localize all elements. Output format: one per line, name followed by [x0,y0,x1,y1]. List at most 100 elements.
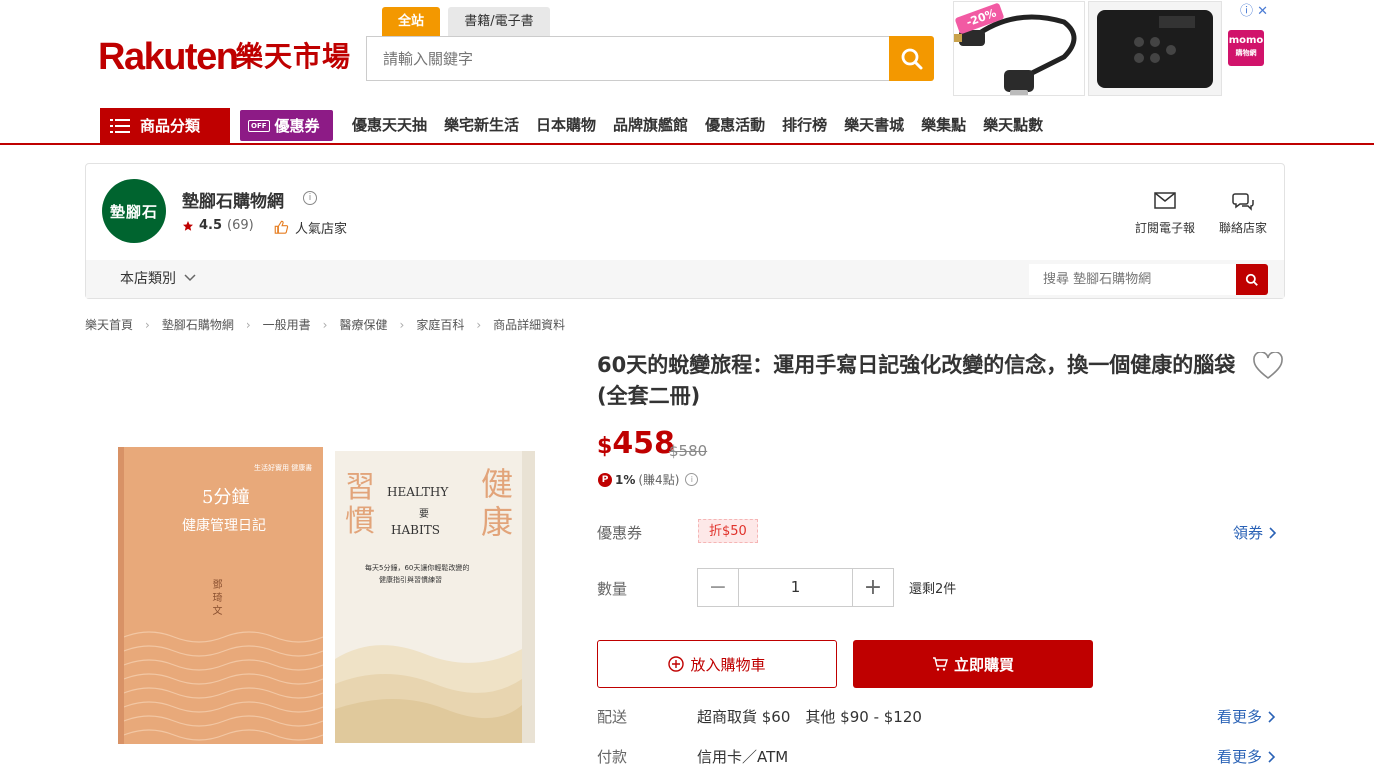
price-value: 458 [612,426,675,461]
nav-link[interactable]: 樂天點數 [983,114,1043,135]
search-input[interactable] [366,36,890,81]
store-logo[interactable]: 墊腳石 [102,179,166,243]
product-image-book-1[interactable]: 生活好實用 健康書 5分鐘 健康管理日記 鄧 琦 文 [118,447,323,744]
product-image-book-2[interactable]: 習 慣 健 康 HEALTHY 要 HABITS 每天5分鐘，60天讓你輕鬆改變… [335,451,535,743]
stock-remaining: 還剩2件 [909,582,957,597]
contact-label: 聯絡店家 [1218,221,1267,235]
nav-link[interactable]: 樂集點 [921,114,966,135]
nav-link[interactable]: 日本購物 [536,114,596,135]
store-category-label: 本店類別 [120,271,176,287]
quantity-decrease-button[interactable]: − [698,569,738,606]
scope-tab-books[interactable]: 書籍/電子書 [448,7,550,37]
store-name[interactable]: 墊腳石購物網 [182,187,284,212]
info-icon[interactable]: i [685,473,699,486]
book2-char: 健 [481,465,514,503]
category-menu-button[interactable]: 商品分類 [100,108,230,143]
book1-author: 鄧 琦 文 [210,579,221,616]
info-icon[interactable]: i [303,191,317,205]
ad-close-icon[interactable]: ⓘ ✕ [1240,0,1268,19]
momo-logo-text: momo [1228,35,1264,46]
chevron-right-icon: › [245,317,251,332]
subscribe-newsletter-button[interactable]: 訂閱電子報 [1130,192,1200,236]
product-title: 60天的蛻變旅程：運用手寫日記強化改變的信念，換一個健康的腦袋(全套二冊) [597,353,1236,408]
cart-icon [932,657,948,671]
quantity-input[interactable]: 1 [738,569,853,606]
chevron-right-icon: › [322,317,328,332]
claim-coupon-link[interactable]: 領券 [1233,522,1277,543]
price-currency: $ [597,434,613,459]
nav-link[interactable]: 樂宅新生活 [444,114,519,135]
breadcrumb-item[interactable]: 墊腳石購物網 [162,316,234,333]
book2-subtitle: 每天5分鐘，60天讓你輕鬆改變的 [365,564,470,572]
book2-en-1: HEALTHY [387,485,449,499]
book2-en-2: HABITS [391,523,440,537]
shipping-label: 配送 [597,708,628,726]
coupon-icon: OFF [248,119,270,132]
hill-pattern [335,645,522,743]
mail-icon [1154,192,1176,209]
popular-label: 人氣店家 [295,222,348,237]
book1-top-label: 生活好實用 健康書 [254,464,313,472]
contact-store-button[interactable]: 聯絡店家 [1208,192,1278,236]
ad-banner-device[interactable] [1088,1,1222,96]
payment-more-label: 看更多 [1217,748,1263,766]
claim-coupon-label: 領券 [1233,524,1264,542]
store-search-button[interactable] [1236,264,1268,295]
coupon-nav-button[interactable]: OFF 優惠券 [240,110,333,141]
book2-char: 慣 [345,504,375,539]
nav-link[interactable]: 品牌旗艦館 [613,114,688,135]
chevron-right-icon [1268,710,1276,723]
breadcrumb: 樂天首頁 › 墊腳石購物網 › 一般用書 › 醫療保健 › 家庭百科 › 商品詳細資料 [85,316,565,333]
chevron-right-icon: › [145,317,150,332]
coupon-row-label: 優惠券 [597,524,643,542]
search-icon [901,48,922,69]
quantity-label: 數量 [597,580,628,598]
nav-divider [0,143,1374,145]
chevron-down-icon [184,274,196,282]
wave-pattern [124,631,323,741]
book2-subtitle-2: 健康指引與習慣練習 [379,576,442,584]
sale-price: $458 [597,426,675,461]
store-search-input[interactable] [1029,264,1236,295]
chevron-right-icon [1268,750,1276,763]
add-to-cart-button[interactable]: 放入購物車 [597,640,837,688]
add-to-cart-label: 放入購物車 [690,655,766,674]
points-reward: P 1% (賺4點) i [598,471,699,488]
review-count: (69) [227,218,254,233]
nav-link[interactable]: 排行榜 [782,114,827,135]
popular-store-badge: 人氣店家 [274,218,347,237]
shipping-more-link[interactable]: 看更多 [1217,706,1276,727]
payment-more-link[interactable]: 看更多 [1217,746,1276,767]
rakuten-logo[interactable]: Rakuten [98,36,239,78]
nav-link[interactable]: 優惠天天抽 [352,114,427,135]
store-category-dropdown[interactable]: 本店類別 [120,268,196,288]
scope-tab-all[interactable]: 全站 [382,7,440,37]
nav-link[interactable]: 樂天書城 [844,114,904,135]
chevron-right-icon: › [399,317,405,332]
search-button[interactable] [889,36,934,81]
momo-logo[interactable]: momo 購物網 [1228,30,1264,66]
star-icon [183,220,193,231]
quantity-stepper: − 1 + [697,568,894,607]
buy-now-button[interactable]: 立即購買 [853,640,1093,688]
payment-label: 付款 [597,748,628,766]
heart-icon [1253,351,1283,380]
coupon-nav-label: 優惠券 [274,117,320,135]
points-icon: P [598,472,612,487]
favorite-button[interactable] [1253,351,1283,384]
chevron-right-icon [1269,526,1277,539]
shipping-value: 超商取貨 $60 其他 $90 - $120 [697,708,922,726]
points-note: (賺4點) [638,473,680,487]
page: Rakuten 樂天市場 全站 書籍/電子書 -20% ⓘ ✕ momo 購 [0,0,1374,768]
quantity-increase-button[interactable]: + [853,569,893,606]
nav-link[interactable]: 優惠活動 [705,114,765,135]
ad-banner-cable[interactable]: -20% [953,1,1085,96]
breadcrumb-item[interactable]: 醫療保健 [339,316,387,333]
breadcrumb-item[interactable]: 家庭百科 [416,316,464,333]
rating-value: 4.5 [199,218,223,233]
coupon-tag[interactable]: 折$50 [698,519,758,543]
breadcrumb-item[interactable]: 一般用書 [263,316,311,333]
rakuten-logo-cn[interactable]: 樂天市場 [235,38,351,76]
book2-char: 習 [345,470,375,505]
breadcrumb-item[interactable]: 樂天首頁 [85,316,133,333]
